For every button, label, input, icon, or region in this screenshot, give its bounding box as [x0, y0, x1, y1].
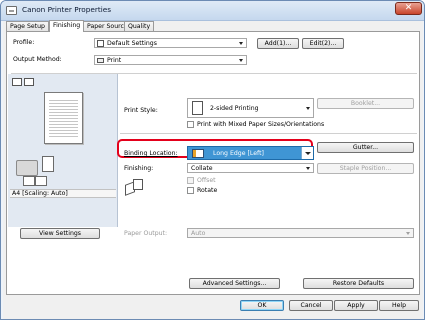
chevron-down-icon — [306, 167, 310, 170]
profile-select[interactable]: Default Settings — [94, 38, 247, 48]
paper-output-value: Auto — [191, 230, 206, 237]
chevron-down-icon — [306, 107, 310, 110]
output-method-value: Print — [107, 57, 122, 64]
advanced-settings-button[interactable]: Advanced Settings... — [189, 278, 280, 289]
profile-icon — [97, 40, 104, 47]
restore-defaults-button[interactable]: Restore Defaults — [303, 278, 414, 289]
tab-finishing[interactable]: Finishing — [49, 20, 85, 32]
print-style-select[interactable]: 2-sided Printing — [187, 98, 314, 118]
text-lines — [49, 98, 78, 138]
output-method-select[interactable]: Print — [94, 55, 247, 65]
printer-image — [16, 160, 38, 176]
paper-stack-icon — [42, 156, 54, 172]
profile-value: Default Settings — [107, 40, 157, 47]
chevron-down-icon — [239, 59, 243, 62]
offset-label: Offset — [197, 177, 216, 184]
finishing-label: Finishing: — [124, 165, 154, 172]
mixed-paper-checkbox[interactable] — [187, 121, 194, 128]
rotate-checkbox[interactable] — [187, 187, 194, 194]
preview-pane: A4 [Scaling: Auto] — [8, 74, 118, 227]
print-style-label: Print Style: — [124, 107, 158, 114]
chevron-down-icon — [239, 42, 243, 45]
chevron-down-icon — [301, 147, 313, 159]
print-style-value: 2-sided Printing — [210, 105, 259, 112]
binding-location-select[interactable]: Long Edge [Left] — [187, 146, 314, 160]
print-icon — [97, 58, 104, 63]
binding-edge-icon — [192, 149, 204, 158]
view-settings-button[interactable]: View Settings — [20, 228, 100, 239]
page-preview-image — [44, 92, 83, 144]
sided-mode-button[interactable] — [35, 176, 47, 186]
rotate-sheets-icon — [125, 179, 145, 196]
tab-quality[interactable]: Quality — [124, 21, 155, 31]
add-profile-button[interactable]: Add(1)... — [257, 38, 299, 49]
title-bar[interactable]: Canon Printer Properties ✕ — [1, 1, 424, 21]
offset-checkbox[interactable] — [187, 177, 194, 184]
divider — [120, 133, 417, 134]
page-view-icon[interactable] — [12, 78, 22, 86]
binding-location-value: Long Edge [Left] — [213, 150, 264, 157]
dialog-body: Page Setup Finishing Paper Source Qualit… — [3, 20, 423, 319]
rotate-label: Rotate — [197, 187, 218, 194]
cancel-button[interactable]: Cancel — [289, 300, 333, 311]
apply-button[interactable]: Apply — [334, 300, 378, 311]
paper-output-select[interactable]: Auto — [187, 228, 414, 238]
chevron-down-icon — [406, 232, 410, 235]
finishing-tab-page: Profile: Default Settings Add(1)... Edit… — [6, 31, 420, 295]
edit-profile-button[interactable]: Edit(2)... — [302, 38, 344, 49]
preview-caption: A4 [Scaling: Auto] — [10, 189, 116, 198]
window-title: Canon Printer Properties — [22, 5, 112, 14]
close-button[interactable]: ✕ — [395, 2, 422, 15]
ok-button[interactable]: OK — [240, 300, 284, 311]
finishing-value: Collate — [191, 165, 213, 172]
output-method-label: Output Method: — [13, 56, 62, 63]
binding-location-label: Binding Location: — [124, 150, 178, 157]
printer-view-icon[interactable] — [24, 78, 34, 86]
layout-mode-button[interactable] — [23, 176, 35, 186]
finishing-select[interactable]: Collate — [187, 163, 314, 173]
gutter-button[interactable]: Gutter... — [317, 142, 414, 153]
profile-label: Profile: — [13, 39, 35, 46]
two-sided-icon — [192, 101, 203, 115]
booklet-button[interactable]: Booklet... — [317, 98, 414, 109]
help-button[interactable]: Help — [379, 300, 419, 311]
paper-output-label: Paper Output: — [124, 230, 168, 237]
mixed-paper-label: Print with Mixed Paper Sizes/Orientation… — [197, 121, 325, 128]
printer-icon — [6, 6, 17, 15]
tab-page-setup[interactable]: Page Setup — [6, 21, 49, 31]
staple-position-button[interactable]: Staple Position... — [317, 163, 414, 174]
printer-properties-window: Canon Printer Properties ✕ Page Setup Fi… — [0, 0, 425, 320]
